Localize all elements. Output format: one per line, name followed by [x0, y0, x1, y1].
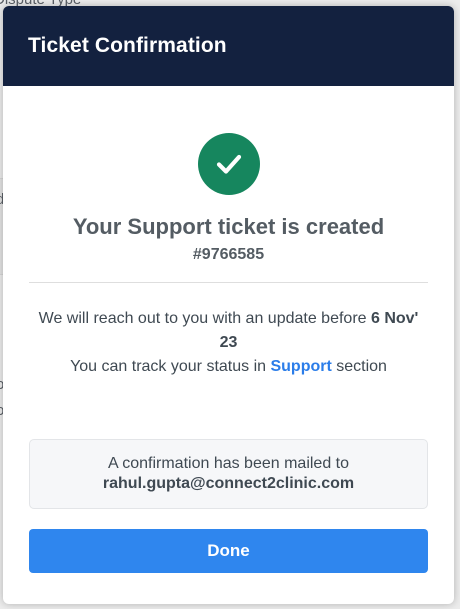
done-button[interactable]: Done [29, 529, 428, 573]
ticket-confirmation-modal: Ticket Confirmation Your Support ticket … [3, 6, 454, 604]
mail-confirmation-text: A confirmation has been mailed to [107, 455, 350, 472]
track-status-suffix: section [331, 358, 387, 375]
ticket-number: #9766585 [192, 246, 265, 263]
update-message: We will reach out to you with an update … [29, 307, 428, 379]
support-link[interactable]: Support [270, 358, 331, 375]
modal-title: Ticket Confirmation [28, 34, 227, 57]
confirmation-mail-box: A confirmation has been mailed to rahul.… [29, 439, 428, 509]
track-status-text: You can track your status in [70, 358, 271, 375]
divider [29, 282, 428, 283]
confirmation-email: rahul.gupta@connect2clinic.com [102, 475, 355, 492]
modal-header: Ticket Confirmation [3, 6, 454, 86]
ticket-created-headline: Your Support ticket is created [72, 214, 385, 239]
modal-body: Your Support ticket is created #9766585 … [3, 133, 454, 573]
update-message-text: We will reach out to you with an update … [38, 310, 371, 327]
check-circle-icon [197, 133, 260, 195]
